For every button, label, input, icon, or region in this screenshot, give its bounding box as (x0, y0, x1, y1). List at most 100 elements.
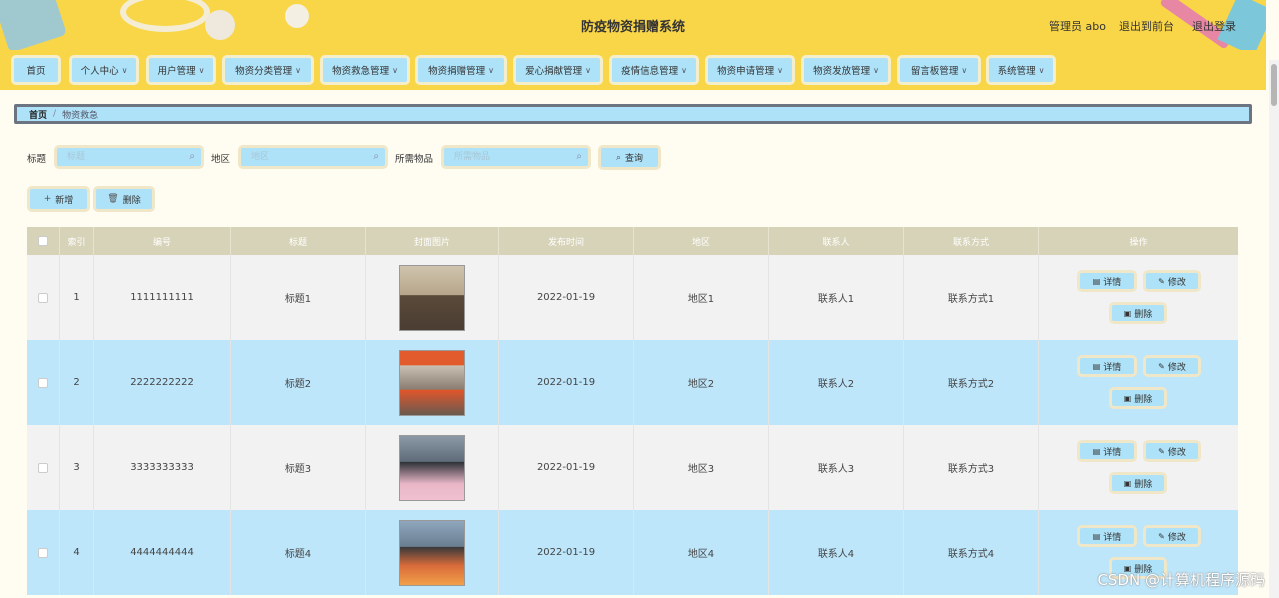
table-row: 4 4444444444 标题4 2022-01-19 地区4 联系人4 联系方式4 ▤ 详情 ✎… (27, 510, 1238, 595)
edit-button[interactable]: ✎ 修改 (1143, 355, 1201, 377)
row-checkbox[interactable] (38, 462, 48, 473)
row-checkbox[interactable] (38, 292, 48, 303)
row-title: 标题4 (231, 510, 366, 595)
row-region: 地区1 (634, 255, 769, 340)
edit-button-label: 修改 (1167, 362, 1186, 373)
row-delete-button[interactable]: ▣ 删除 (1109, 472, 1167, 494)
edit-button[interactable]: ✎ 修改 (1143, 270, 1201, 292)
row-contact: 联系人4 (769, 510, 904, 595)
nav-item-label: 物资救急管理 (332, 66, 390, 77)
nav-item-messages[interactable]: 留言板管理 ∨ (897, 55, 981, 85)
nav-item-users[interactable]: 用户管理 ∨ (146, 55, 216, 85)
row-select-cell (27, 255, 60, 340)
nav-item-epidemic[interactable]: 疫情信息管理 ∨ (609, 55, 699, 85)
pencil-icon: ✎ (1158, 276, 1165, 286)
goods-search-field[interactable]: ⌕ (441, 145, 591, 169)
row-phone: 联系方式1 (904, 255, 1039, 340)
nav-item-charity[interactable]: 爱心捐献管理 ∨ (513, 55, 603, 85)
nav-item-personal[interactable]: 个人中心 ∨ (69, 55, 139, 85)
row-delete-button-label: 删除 (1134, 309, 1153, 320)
detail-button[interactable]: ▤ 详情 (1077, 270, 1137, 292)
goods-input[interactable] (444, 148, 588, 166)
detail-button[interactable]: ▤ 详情 (1077, 440, 1137, 462)
nav-item-label: 系统管理 (997, 66, 1036, 77)
nav-item-application[interactable]: 物资申请管理 ∨ (705, 55, 795, 85)
title-input[interactable] (57, 148, 201, 166)
row-date: 2022-01-19 (499, 255, 634, 340)
nav-item-label: 物资分类管理 (235, 66, 293, 77)
select-all-checkbox[interactable] (38, 236, 48, 246)
document-icon: ▤ (1092, 531, 1101, 541)
select-all-cell (27, 227, 60, 255)
row-delete-button[interactable]: ▣ 删除 (1109, 302, 1167, 324)
nav-item-emergency[interactable]: 物资救急管理 ∨ (320, 55, 410, 85)
row-checkbox[interactable] (38, 547, 48, 558)
nav-item-home[interactable]: 首页 (11, 55, 61, 85)
chevron-down-icon: ∨ (1038, 65, 1045, 75)
row-select-cell (27, 425, 60, 510)
cover-image[interactable] (399, 434, 465, 501)
document-icon: ▤ (1092, 276, 1101, 286)
row-code: 1111111111 (94, 255, 231, 340)
cover-image[interactable] (399, 349, 465, 416)
row-delete-button-label: 删除 (1134, 479, 1153, 490)
nav-item-label: 爱心捐献管理 (525, 66, 583, 77)
nav-item-distribution[interactable]: 物资发放管理 ∨ (801, 55, 891, 85)
chevron-down-icon: ∨ (392, 65, 398, 75)
nav-item-label: 首页 (26, 66, 46, 77)
edit-button-label: 修改 (1167, 532, 1186, 543)
plus-icon: + (43, 194, 52, 204)
back-to-front-link[interactable]: 退出到前台 (1119, 18, 1174, 34)
column-header: 标题 (231, 227, 366, 255)
cover-image[interactable] (399, 519, 465, 586)
edit-button[interactable]: ✎ 修改 (1143, 525, 1201, 547)
chevron-down-icon: ∨ (777, 65, 783, 75)
row-title: 标题1 (231, 255, 366, 340)
search-icon: ⌕ (615, 152, 622, 163)
chevron-down-icon: ∨ (295, 65, 301, 75)
column-header: 联系方式 (904, 227, 1039, 255)
bulk-delete-button-label: 删除 (122, 195, 141, 206)
breadcrumb-home[interactable]: 首页 (29, 108, 47, 121)
nav-item-label: 个人中心 (80, 66, 119, 77)
region-search-field[interactable]: ⌕ (238, 145, 388, 169)
row-actions-cell: ▤ 详情 ✎ 修改 ▣ 删除 (1039, 255, 1238, 340)
table-header: 索引 编号 标题 封面图片 发布时间 地区 联系人 联系方式 操作 (27, 227, 1238, 255)
chevron-down-icon: ∨ (873, 65, 879, 75)
search-icon: ⌕ (373, 151, 379, 162)
nav-item-donation[interactable]: 物资捐赠管理 ∨ (415, 55, 507, 85)
chevron-down-icon: ∨ (961, 65, 968, 75)
query-button[interactable]: ⌕ 查询 (598, 145, 661, 170)
add-button[interactable]: + 新增 (27, 186, 90, 212)
title-search-field[interactable]: ⌕ (54, 145, 204, 169)
nav-item-system[interactable]: 系统管理 ∨ (986, 55, 1056, 85)
detail-button-label: 详情 (1103, 277, 1122, 288)
table-row: 3 3333333333 标题3 2022-01-19 地区3 联系人3 联系方式3 ▤ 详情 ✎… (27, 425, 1238, 510)
detail-button[interactable]: ▤ 详情 (1077, 525, 1137, 547)
column-header: 编号 (94, 227, 231, 255)
edit-button[interactable]: ✎ 修改 (1143, 440, 1201, 462)
detail-button[interactable]: ▤ 详情 (1077, 355, 1137, 377)
cover-image[interactable] (399, 264, 465, 331)
search-icon: ⌕ (189, 151, 195, 162)
scrollbar-thumb[interactable] (1271, 64, 1277, 106)
row-checkbox[interactable] (38, 377, 48, 388)
bulk-delete-button[interactable]: 🗑︎ 删除 (93, 186, 155, 212)
region-input[interactable] (241, 148, 385, 166)
row-index: 1 (60, 255, 94, 340)
row-date: 2022-01-19 (499, 510, 634, 595)
row-actions-cell: ▤ 详情 ✎ 修改 ▣ 删除 (1039, 425, 1238, 510)
row-region: 地区4 (634, 510, 769, 595)
nav-item-label: 物资发放管理 (813, 66, 871, 77)
nav-item-category[interactable]: 物资分类管理 ∨ (222, 55, 314, 85)
column-header: 封面图片 (366, 227, 499, 255)
vertical-scrollbar[interactable] (1269, 60, 1279, 598)
row-actions-cell: ▤ 详情 ✎ 修改 ▣ 删除 (1039, 340, 1238, 425)
row-cover-cell (366, 255, 499, 340)
column-header: 操作 (1129, 237, 1148, 248)
row-delete-button[interactable]: ▣ 删除 (1109, 387, 1167, 409)
logout-link[interactable]: 退出登录 (1192, 18, 1236, 34)
chevron-down-icon: ∨ (488, 65, 494, 75)
row-title: 标题3 (231, 425, 366, 510)
chevron-down-icon: ∨ (681, 65, 687, 75)
